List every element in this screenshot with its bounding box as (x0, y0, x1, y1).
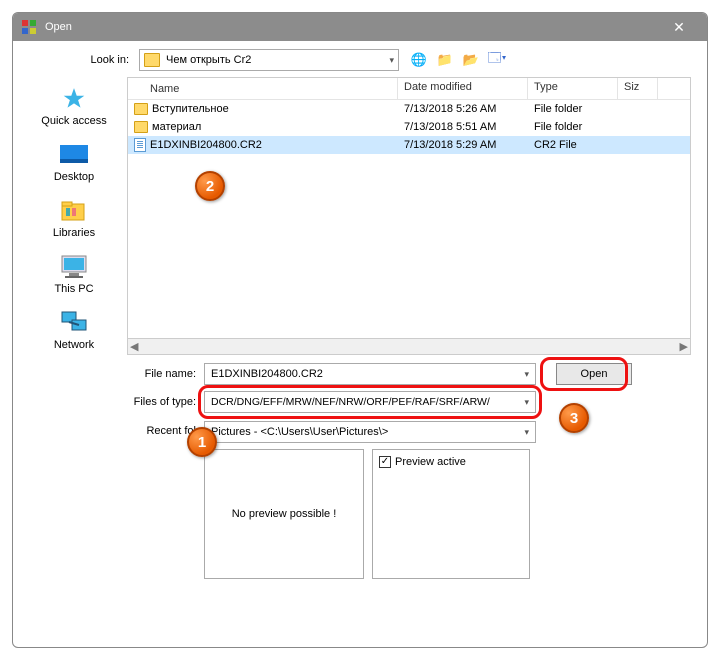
list-header[interactable]: Name Date modified Type Siz (128, 78, 690, 100)
up-icon[interactable]: 📁 (435, 50, 455, 70)
open-button[interactable]: Open (556, 363, 632, 385)
chevron-down-icon: ▾ (524, 369, 529, 380)
filetype-dropdown[interactable]: DCR/DNG/EFF/MRW/NEF/NRW/ORF/PEF/RAF/SRF/… (204, 391, 536, 413)
window-title: Open (45, 21, 659, 33)
place-quick-access[interactable]: Quick access (29, 85, 119, 127)
place-desktop[interactable]: Desktop (29, 141, 119, 183)
place-libraries[interactable]: Libraries (29, 197, 119, 239)
col-size[interactable]: Siz (618, 78, 658, 99)
list-row[interactable]: материал 7/13/2018 5:51 AM File folder (128, 118, 690, 136)
h-scrollbar[interactable]: ◀▶ (127, 339, 691, 355)
chevron-down-icon: ▾ (524, 427, 529, 438)
places-bar: Quick access Desktop Libraries This PC N… (29, 77, 119, 579)
file-list[interactable]: Name Date modified Type Siz Вступительно… (127, 77, 691, 339)
filename-label: File name: (127, 368, 204, 380)
col-type[interactable]: Type (528, 78, 618, 99)
folder-icon (134, 103, 148, 115)
place-network[interactable]: Network (29, 309, 119, 351)
views-icon[interactable]: 🗔▾ (487, 50, 507, 70)
folder-icon (144, 53, 160, 67)
col-date[interactable]: Date modified (398, 78, 528, 99)
preview-active-checkbox[interactable]: ✓Preview active (379, 456, 466, 468)
lookin-value: Чем открыть Cr2 (166, 54, 251, 66)
titlebar: Open ✕ (13, 13, 707, 41)
lookin-label: Look in: (29, 54, 139, 66)
badge-3: 3 (559, 403, 589, 433)
place-thispc[interactable]: This PC (29, 253, 119, 295)
app-icon (21, 19, 37, 35)
recent-dropdown[interactable]: Pictures - <C:\Users\User\Pictures\>▾ (204, 421, 536, 443)
badge-1: 1 (187, 427, 217, 457)
close-button[interactable]: ✕ (659, 13, 699, 41)
preview-box: No preview possible ! (204, 449, 364, 579)
filename-input[interactable]: E1DXINBI204800.CR2▾ (204, 363, 536, 385)
col-name[interactable]: Name (128, 78, 398, 99)
newfolder-icon[interactable]: 📂 (461, 50, 481, 70)
filetype-label: Files of type: (127, 396, 204, 408)
list-row[interactable]: Вступительное 7/13/2018 5:26 AM File fol… (128, 100, 690, 118)
list-row-selected[interactable]: E1DXINBI204800.CR2 7/13/2018 5:29 AM CR2… (128, 136, 690, 154)
badge-2: 2 (195, 171, 225, 201)
lookin-dropdown[interactable]: Чем открыть Cr2 ▾ (139, 49, 399, 71)
chevron-down-icon: ▾ (389, 55, 394, 66)
back-icon[interactable]: 🌐 (409, 50, 429, 70)
file-icon (134, 138, 146, 152)
folder-icon (134, 121, 148, 133)
chevron-down-icon: ▾ (524, 397, 529, 408)
preview-active-box: ✓Preview active (372, 449, 530, 579)
